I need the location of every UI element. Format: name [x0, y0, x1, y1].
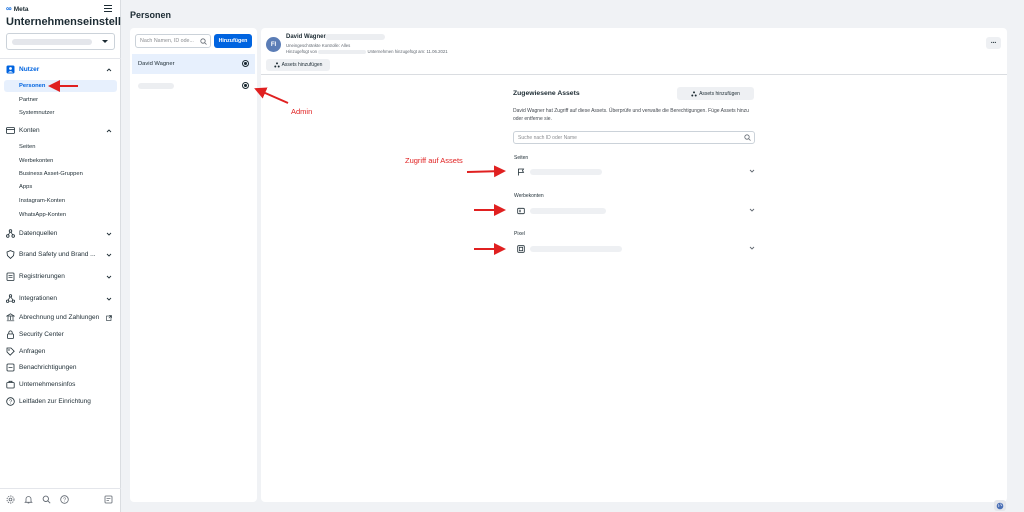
annotation-arrows [48, 80, 506, 255]
arrow-to-admin [254, 87, 289, 104]
arrow-to-seiten [466, 165, 506, 178]
